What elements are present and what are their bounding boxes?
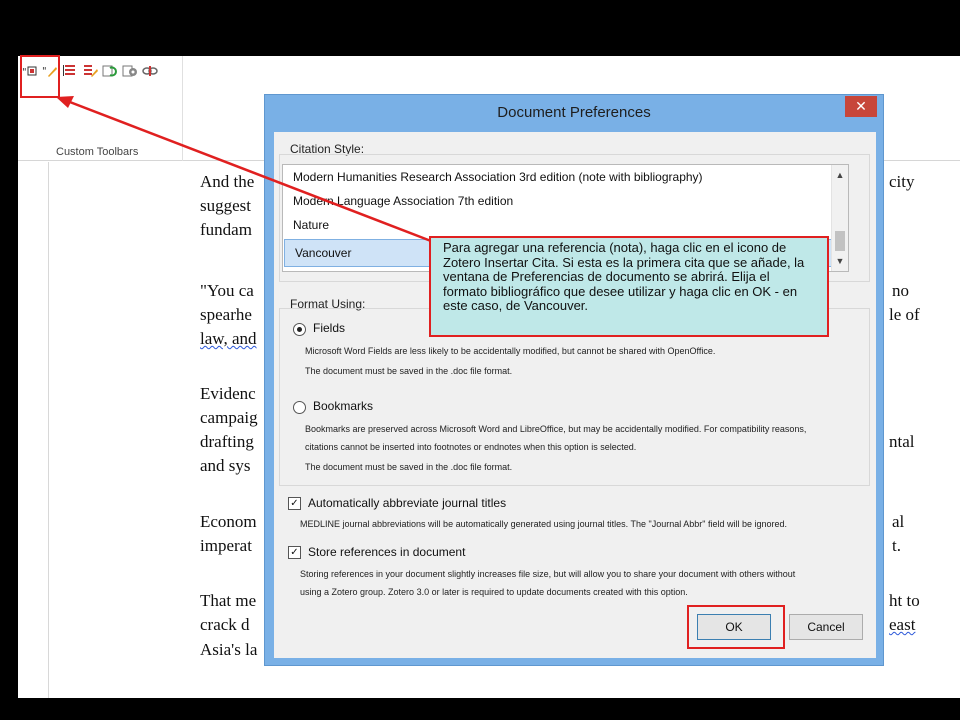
annotation-arrow (56, 96, 432, 243)
screen: " " Custom Toolbars And the suggest fund… (0, 0, 960, 720)
annotation-highlight-icon (20, 55, 60, 98)
annotation-callout: Para agregar una referencia (nota), haga… (429, 236, 829, 337)
annotation-highlight-ok (687, 605, 785, 649)
